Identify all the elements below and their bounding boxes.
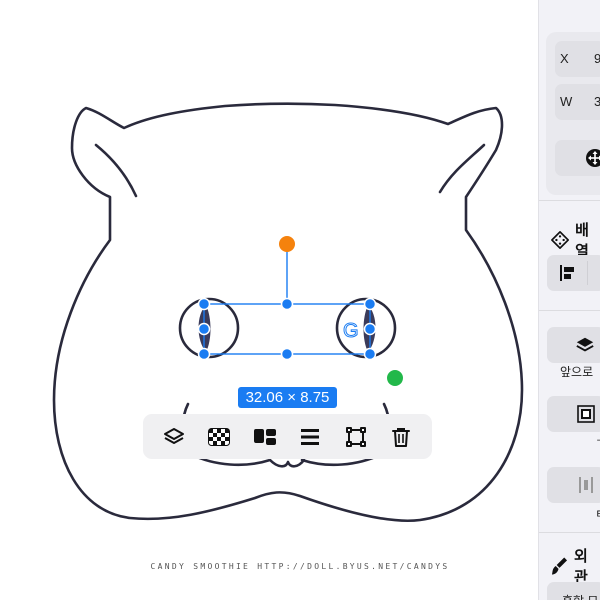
blend-mode-button[interactable]: 혼합 모: [547, 582, 600, 600]
layers-forward-icon: [576, 337, 594, 352]
layers-icon[interactable]: [159, 422, 189, 452]
blend-mode-label: 혼합 모: [562, 592, 598, 600]
bring-forward-button[interactable]: [547, 327, 600, 363]
align-left-icon: [560, 265, 574, 281]
frame-front-icon: [577, 405, 595, 423]
trash-icon[interactable]: [386, 422, 416, 452]
pivot-point: [387, 370, 403, 386]
panel-divider: [539, 200, 600, 201]
dimension-label: 32.06 × 8.75: [238, 387, 337, 408]
left-inner-ear: [94, 143, 138, 198]
right-inner-ear: [438, 143, 486, 194]
handle-middle-left: [197, 322, 211, 336]
distribute-button[interactable]: [547, 467, 600, 503]
w-field-value: 3: [594, 94, 600, 109]
w-field-label: W: [560, 94, 573, 109]
inspector-panel: X 9 W 3 배열 앞으로 ㄱ: [538, 0, 600, 600]
to-front-button[interactable]: [547, 396, 600, 432]
move-arrows-icon: [586, 149, 600, 167]
handle-bottom-right: [363, 347, 377, 361]
handle-top-right: [363, 297, 377, 311]
selection-box: G: [197, 236, 403, 386]
distribute-label-fragment: ㅌ: [595, 505, 600, 522]
button-divider: [587, 261, 588, 285]
to-front-label-fragment: ㄱ: [595, 434, 600, 451]
align-left-button[interactable]: [547, 255, 600, 291]
bring-forward-label: 앞으로: [560, 365, 594, 379]
x-field-value: 9: [594, 51, 600, 66]
drawing-canvas[interactable]: G 32.06 × 8.75 CANDY SMOOTHIE HTTP://DOL…: [0, 0, 538, 600]
move-button[interactable]: [555, 140, 600, 176]
svg-text:G: G: [343, 320, 359, 342]
mouth: [268, 458, 306, 468]
panel-divider-2: [539, 310, 600, 311]
crop-transform-icon[interactable]: [341, 422, 371, 452]
handle-bottom-middle: [280, 347, 294, 361]
handle-bottom-left: [197, 347, 211, 361]
align-lines-icon[interactable]: [295, 422, 325, 452]
x-field-label: X: [560, 51, 569, 66]
arrange-diamond-icon: [551, 231, 569, 249]
handle-middle-right: [363, 322, 377, 336]
handle-top-left: [197, 297, 211, 311]
credit-text: candy smoothie http://doll.byus.net/cand…: [150, 562, 450, 571]
appearance-title-text: 외관: [573, 548, 588, 586]
transparency-checker-icon[interactable]: [204, 422, 234, 452]
paintbrush-icon: [551, 557, 568, 575]
context-toolbar: [143, 414, 432, 459]
appearance-section-title: 외관: [551, 545, 600, 587]
handle-top-middle: [280, 297, 294, 311]
x-position-field[interactable]: X 9: [555, 41, 600, 77]
character-artwork: G: [52, 102, 524, 523]
arrange-blocks-icon[interactable]: [250, 422, 280, 452]
panel-divider-3: [539, 532, 600, 533]
distribute-icon: [579, 477, 593, 493]
rotate-handle: [279, 236, 295, 252]
width-field[interactable]: W 3: [555, 84, 600, 120]
